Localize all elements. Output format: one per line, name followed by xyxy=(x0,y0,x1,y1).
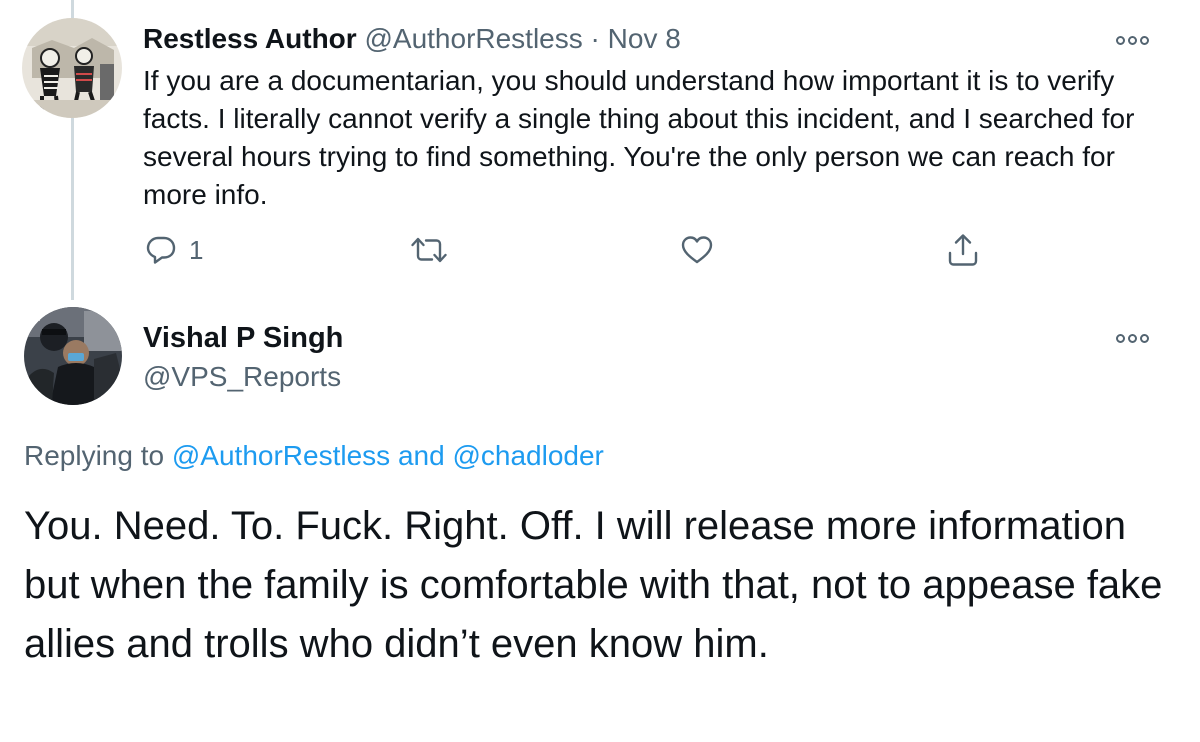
more-icon[interactable] xyxy=(1114,332,1150,344)
retweet-icon xyxy=(410,234,448,266)
retweet-button[interactable] xyxy=(410,234,448,266)
mention-link-chadloder[interactable]: @chadloder xyxy=(452,440,603,471)
mention-link-authorrestless[interactable]: @AuthorRestless xyxy=(172,440,390,471)
tweet-text: If you are a documentarian, you should u… xyxy=(143,65,1135,210)
more-icon[interactable] xyxy=(1114,34,1150,46)
author-handle[interactable]: @AuthorRestless xyxy=(364,23,582,54)
tweet-date[interactable]: Nov 8 xyxy=(608,23,681,54)
share-icon xyxy=(946,232,980,268)
reply-button[interactable]: 1 xyxy=(145,234,203,266)
replying-prefix: Replying to xyxy=(24,440,165,471)
replying-and[interactable]: and xyxy=(398,440,445,471)
tweet-text: You. Need. To. Fuck. Right. Off. I will … xyxy=(24,504,1163,666)
tweet-thread: Restless Author @AuthorRestless · Nov 8 … xyxy=(0,0,1200,742)
author-name[interactable]: Vishal P Singh xyxy=(143,320,343,356)
avatar[interactable] xyxy=(24,307,122,405)
replying-to: Replying to @AuthorRestless and @chadlod… xyxy=(24,438,604,474)
author-name[interactable]: Restless Author xyxy=(143,23,357,54)
tweet-actions: 1 xyxy=(0,228,1200,278)
author-handle[interactable]: @VPS_Reports xyxy=(143,359,341,395)
like-button[interactable] xyxy=(680,234,714,266)
reply-icon xyxy=(145,234,177,266)
header-separator: · xyxy=(590,23,600,54)
share-button[interactable] xyxy=(946,232,980,268)
heart-icon xyxy=(680,234,714,266)
reply-count: 1 xyxy=(189,235,204,265)
tweet-header: Restless Author @AuthorRestless · Nov 8 xyxy=(143,22,681,56)
avatar[interactable] xyxy=(22,18,122,118)
